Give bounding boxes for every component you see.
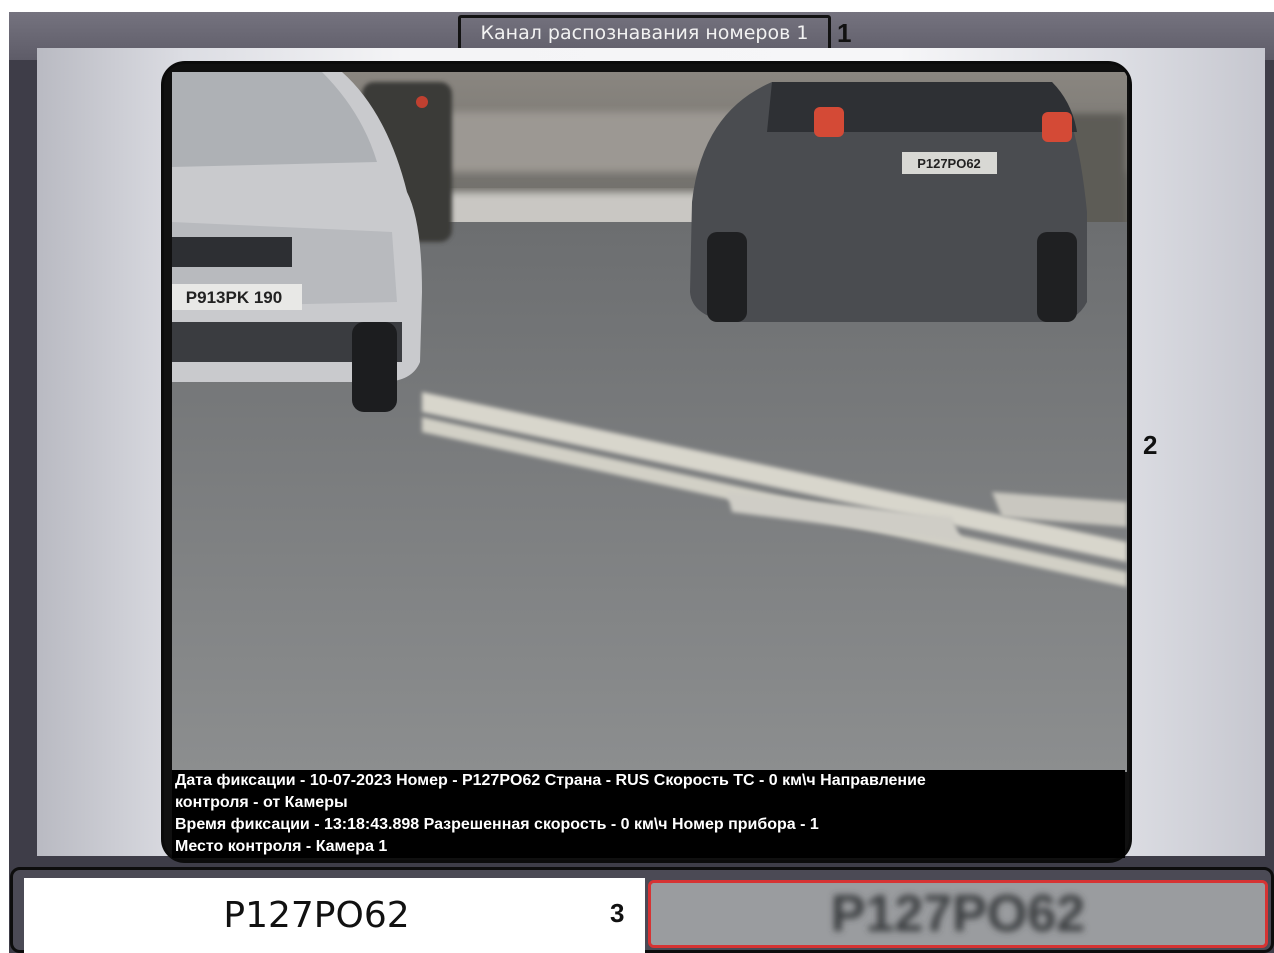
recognized-plate-number: P127PO62 (223, 895, 410, 936)
recognition-overlay: Дата фиксации - 10-07-2023 Номер - P127P… (172, 770, 1125, 858)
title-highlight-frame: Канал распознавания номеров 1 (458, 15, 831, 51)
callout-2: 2 (1143, 430, 1158, 460)
overlay-line-2: контроля - от Камеры (175, 794, 348, 811)
svg-text:P127PO62: P127PO62 (831, 885, 1085, 943)
recognized-plate-field[interactable]: P127PO62 (24, 878, 645, 953)
callout-1: 1 (837, 18, 852, 48)
plate-crop-image: P127PO62 (651, 883, 1265, 945)
plate-image-crop[interactable]: P127PO62 (648, 880, 1268, 948)
svg-text:P913PK 190: P913PK 190 (186, 288, 282, 307)
window-title: Канал распознавания номеров 1 (480, 22, 809, 44)
overlay-line-4: Место контроля - Камера 1 (175, 838, 388, 855)
video-frame[interactable]: P127PO62 P913PK 190 (161, 61, 1132, 863)
callout-3: 3 (610, 898, 625, 928)
svg-text:P127PO62: P127PO62 (917, 156, 981, 171)
overlay-line-1: Дата фиксации - 10-07-2023 Номер - P127P… (175, 772, 926, 789)
overlay-line-3: Время фиксации - 13:18:43.898 Разрешенна… (175, 816, 819, 833)
camera-image: P127PO62 P913PK 190 (172, 72, 1127, 772)
